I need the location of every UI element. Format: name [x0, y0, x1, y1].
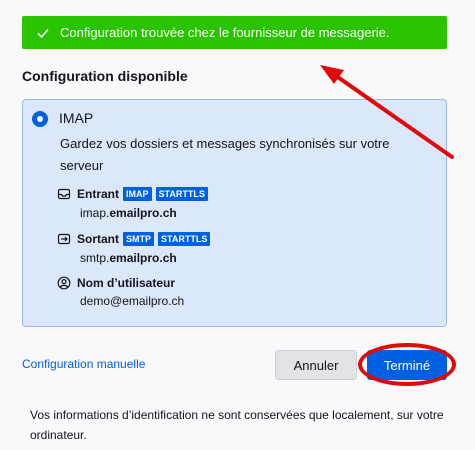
- outgoing-host: smtp.emailpro.ch: [80, 251, 177, 265]
- outgoing-security-tag: STARTTLS: [158, 232, 211, 246]
- incoming-protocol-tag: IMAP: [123, 187, 152, 201]
- incoming-label: Entrant: [77, 187, 119, 201]
- banner-text: Configuration trouvée chez le fournisseu…: [60, 25, 390, 40]
- success-banner: Configuration trouvée chez le fournisseu…: [22, 16, 447, 49]
- credentials-notice: Vos informations d’identification ne son…: [30, 408, 444, 442]
- protocol-radio[interactable]: [32, 111, 48, 127]
- protocol-description: Gardez vos dossiers et messages synchron…: [60, 136, 390, 173]
- outgoing-protocol-tag: SMTP: [123, 232, 155, 246]
- protocol-name: IMAP: [59, 110, 94, 126]
- outgoing-row: Sortant SMTP STARTTLS: [57, 232, 214, 246]
- username-label: Nom d’utilisateur: [77, 276, 176, 290]
- outgoing-label: Sortant: [77, 232, 119, 246]
- cancel-button[interactable]: Annuler: [275, 350, 357, 380]
- user-icon: [57, 276, 71, 290]
- inbox-icon: [57, 187, 71, 201]
- check-icon: [36, 26, 52, 40]
- done-button[interactable]: Terminé: [367, 350, 447, 380]
- manual-config-link[interactable]: Configuration manuelle: [22, 357, 145, 371]
- incoming-row: Entrant IMAP STARTTLS: [57, 187, 212, 201]
- incoming-host: imap.emailpro.ch: [80, 206, 177, 220]
- section-title: Configuration disponible: [22, 68, 188, 84]
- incoming-security-tag: STARTTLS: [155, 187, 208, 201]
- outbox-icon: [57, 232, 71, 246]
- username-row: Nom d’utilisateur: [57, 276, 179, 290]
- config-option-card[interactable]: IMAP Gardez vos dossiers et messages syn…: [22, 99, 447, 327]
- username-value: demo@emailpro.ch: [80, 294, 185, 308]
